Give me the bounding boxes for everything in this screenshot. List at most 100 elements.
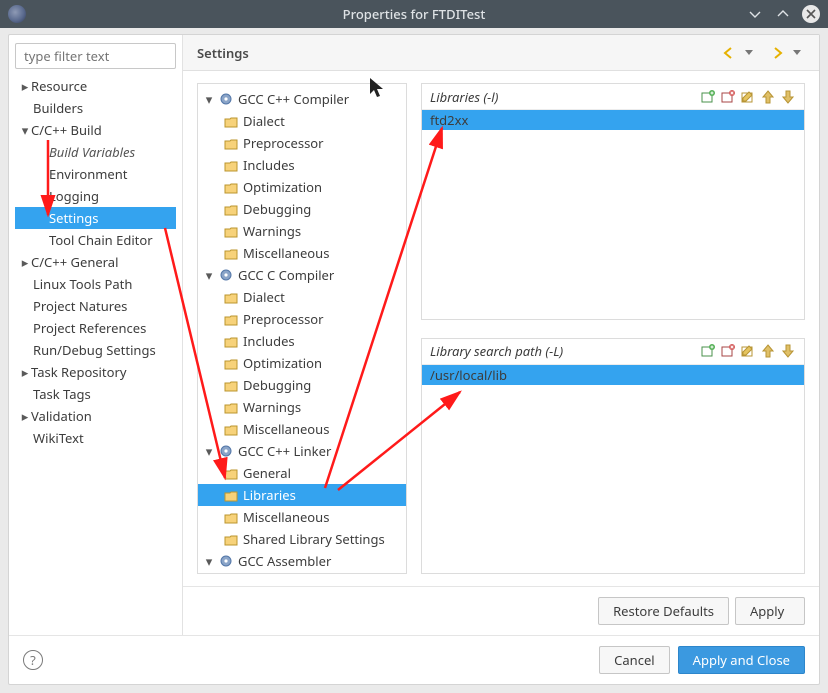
nav-wikitext[interactable]: WikiText (15, 427, 176, 449)
tool-label: Preprocessor (243, 310, 324, 328)
tool-label: Shared Library Settings (243, 530, 385, 548)
tool-label: Dialect (243, 112, 285, 130)
tool-dialect[interactable]: Dialect (198, 110, 406, 132)
delete-icon[interactable] (720, 89, 736, 105)
tool-c-dialect[interactable]: Dialect (198, 286, 406, 308)
tool-c-miscellaneous[interactable]: Miscellaneous (198, 418, 406, 440)
nav-logging[interactable]: Logging (15, 185, 176, 207)
apply-and-close-button[interactable]: Apply and Close (678, 646, 805, 674)
folder-icon (224, 202, 238, 216)
library-paths-label: Library search path (-L) (430, 342, 563, 360)
list-item-label: ftd2xx (430, 111, 468, 129)
tool-linker-misc[interactable]: Miscellaneous (198, 506, 406, 528)
add-icon[interactable] (700, 343, 716, 359)
button-label: Apply and Close (693, 651, 790, 669)
nav-label: C/C++ General (31, 253, 118, 271)
filter-input[interactable] (15, 43, 176, 69)
nav-linux-tools[interactable]: Linux Tools Path (15, 273, 176, 295)
nav-tool-chain[interactable]: Tool Chain Editor (15, 229, 176, 251)
help-icon[interactable]: ? (23, 650, 43, 670)
nav-run-debug[interactable]: Run/Debug Settings (15, 339, 176, 361)
tool-preprocessor[interactable]: Preprocessor (198, 132, 406, 154)
nav-settings[interactable]: Settings (15, 207, 176, 229)
nav-task-tags[interactable]: Task Tags (15, 383, 176, 405)
add-icon[interactable] (700, 89, 716, 105)
edit-icon[interactable] (740, 89, 756, 105)
tool-label: Optimization (243, 178, 322, 196)
tool-tree[interactable]: ▾GCC C++ Compiler Dialect Preprocessor I… (197, 83, 407, 574)
forward-icon[interactable] (769, 45, 785, 61)
tool-warnings[interactable]: Warnings (198, 220, 406, 242)
move-up-icon[interactable] (760, 343, 776, 359)
nav-label: Project Natures (33, 297, 127, 315)
tool-label: Optimization (243, 354, 322, 372)
tool-cpp-compiler[interactable]: ▾GCC C++ Compiler (198, 88, 406, 110)
tool-c-includes[interactable]: Includes (198, 330, 406, 352)
gear-icon (219, 92, 233, 106)
gear-icon (219, 268, 233, 282)
libraries-list[interactable]: ftd2xx (422, 110, 804, 319)
tool-c-warnings[interactable]: Warnings (198, 396, 406, 418)
tool-c-compiler[interactable]: ▾GCC C Compiler (198, 264, 406, 286)
folder-icon (224, 334, 238, 348)
gear-icon (219, 444, 233, 458)
nav-cbuild[interactable]: ▾C/C++ Build (15, 119, 176, 141)
back-menu-icon[interactable] (741, 45, 757, 61)
nav-builders[interactable]: Builders (15, 97, 176, 119)
tool-label: Warnings (243, 398, 301, 416)
tool-linker-general[interactable]: General (198, 462, 406, 484)
folder-icon (224, 224, 238, 238)
tool-c-preprocessor[interactable]: Preprocessor (198, 308, 406, 330)
tool-miscellaneous[interactable]: Miscellaneous (198, 242, 406, 264)
library-paths-list[interactable]: /usr/local/lib (422, 365, 804, 574)
nav-project-references[interactable]: Project References (15, 317, 176, 339)
forward-menu-icon[interactable] (789, 45, 805, 61)
folder-icon (224, 356, 238, 370)
move-down-icon[interactable] (780, 343, 796, 359)
tool-c-optimization[interactable]: Optimization (198, 352, 406, 374)
back-icon[interactable] (721, 45, 737, 61)
cancel-button[interactable]: Cancel (599, 646, 669, 674)
edit-icon[interactable] (740, 343, 756, 359)
libraries-box: Libraries (-l) ftd2xx (421, 83, 805, 320)
tool-label: Miscellaneous (243, 244, 329, 262)
list-item[interactable]: ftd2xx (422, 110, 804, 130)
tool-assembler[interactable]: ▾GCC Assembler (198, 550, 406, 572)
folder-icon (224, 510, 238, 524)
folder-icon (224, 136, 238, 150)
apply-button[interactable]: Apply (735, 597, 805, 625)
nav-cgeneral[interactable]: ▸C/C++ General (15, 251, 176, 273)
nav-environment[interactable]: Environment (15, 163, 176, 185)
nav-validation[interactable]: ▸Validation (15, 405, 176, 427)
tool-label: Includes (243, 332, 295, 350)
folder-icon (224, 532, 238, 546)
tool-includes[interactable]: Includes (198, 154, 406, 176)
tool-asm-general[interactable]: General (198, 572, 406, 574)
window-title: Properties for FTDITest (0, 5, 828, 23)
nav-resource[interactable]: ▸Resource (15, 75, 176, 97)
nav-label: Environment (49, 165, 127, 183)
nav-tree[interactable]: ▸Resource Builders ▾C/C++ Build Build Va… (15, 75, 176, 627)
list-item[interactable]: /usr/local/lib (422, 365, 804, 385)
nav-task-repo[interactable]: ▸Task Repository (15, 361, 176, 383)
tool-optimization[interactable]: Optimization (198, 176, 406, 198)
tool-label: Miscellaneous (243, 420, 329, 438)
tool-debugging[interactable]: Debugging (198, 198, 406, 220)
tool-linker-shared[interactable]: Shared Library Settings (198, 528, 406, 550)
nav-label: Project References (33, 319, 146, 337)
dialog-footer: ? Cancel Apply and Close (9, 635, 819, 684)
nav-build-variables[interactable]: Build Variables (15, 141, 176, 163)
tool-c-debugging[interactable]: Debugging (198, 374, 406, 396)
delete-icon[interactable] (720, 343, 736, 359)
tool-linker-libraries[interactable]: Libraries (198, 484, 406, 506)
nav-label: Settings (49, 209, 98, 227)
move-up-icon[interactable] (760, 89, 776, 105)
button-label: Cancel (614, 651, 654, 669)
nav-project-natures[interactable]: Project Natures (15, 295, 176, 317)
folder-icon (224, 158, 238, 172)
restore-defaults-button[interactable]: Restore Defaults (598, 597, 729, 625)
move-down-icon[interactable] (780, 89, 796, 105)
tool-cpp-linker[interactable]: ▾GCC C++ Linker (198, 440, 406, 462)
nav-label: Run/Debug Settings (33, 341, 156, 359)
nav-label: Task Repository (31, 363, 126, 381)
